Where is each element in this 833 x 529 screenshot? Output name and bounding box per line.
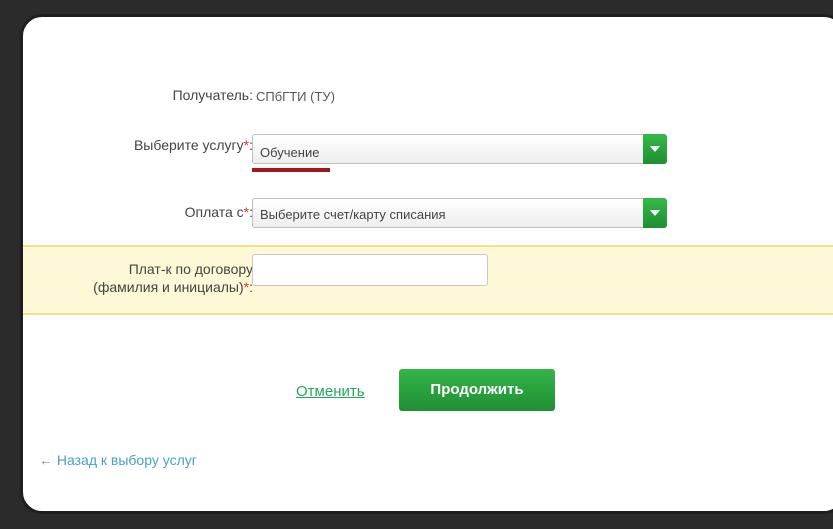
payer-label-line2: (фамилия и инициалы) [93,279,244,295]
service-underline-mark [252,168,330,172]
payment-form-panel: Получатель: СПбГТИ (ТУ) Выберите услугу*… [20,14,833,514]
chevron-down-icon[interactable] [643,198,667,228]
cancel-link[interactable]: Отменить [296,383,365,400]
payer-label-line2-wrap: (фамилия и инициалы)*: [93,278,253,296]
back-to-services-link[interactable]: ← Назад к выбору услуг [39,452,197,468]
service-label: Выберите услугу*: [134,137,253,153]
payer-name-input[interactable] [252,254,488,286]
pay-from-label-text: Оплата с [184,204,244,220]
continue-button[interactable]: Продолжить [399,369,555,411]
service-select[interactable]: Обучение [252,134,667,164]
pay-from-select-value: Выберите счет/карту списания [260,207,446,222]
payer-label-line1: Плат-к по договору [128,261,253,277]
chevron-down-icon[interactable] [643,134,667,164]
service-select-value: Обучение [260,145,320,160]
pay-from-label: Оплата с*: [185,204,253,220]
pay-from-select[interactable]: Выберите счет/карту списания [252,198,667,228]
arrow-left-icon: ← [39,452,53,468]
service-label-text: Выберите услугу [133,137,244,153]
recipient-value: СПбГТИ (ТУ) [256,89,335,104]
recipient-label: Получатель: [172,87,253,103]
back-to-services-label: Назад к выбору услуг [56,452,197,468]
payer-label: Плат-к по договору (фамилия и инициалы)*… [93,260,253,296]
